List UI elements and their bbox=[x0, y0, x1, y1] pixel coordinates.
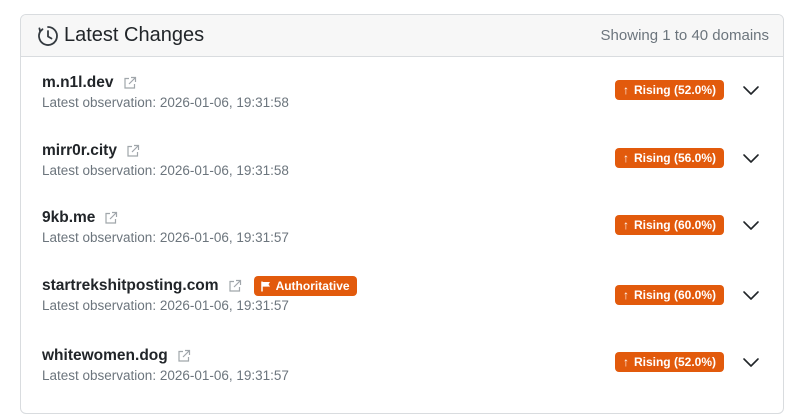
latest-changes-card: Latest Changes Showing 1 to 40 domains m… bbox=[20, 14, 784, 414]
clock-history-icon bbox=[37, 25, 59, 47]
results-count: Showing 1 to 40 domains bbox=[600, 27, 769, 44]
chevron-down-icon[interactable] bbox=[742, 353, 760, 371]
arrow-up-icon: ↑ bbox=[622, 288, 629, 302]
domain-link[interactable]: m.n1l.dev bbox=[42, 74, 114, 92]
chevron-down-icon[interactable] bbox=[742, 286, 760, 304]
domain-row: m.n1l.dev Latest observation: 2026-01-06… bbox=[42, 71, 762, 131]
flag-icon bbox=[260, 281, 271, 292]
external-link-icon[interactable] bbox=[228, 279, 242, 293]
status-badge: ↑ Rising (60.0%) bbox=[614, 285, 724, 305]
domain-link[interactable]: startrekshitposting.com bbox=[42, 277, 219, 295]
status-label: Rising (52.0%) bbox=[633, 355, 716, 369]
domain-row: mirr0r.city Latest observation: 2026-01-… bbox=[42, 139, 762, 199]
status-badge: ↑ Rising (60.0%) bbox=[614, 215, 724, 235]
status-badge: ↑ Rising (52.0%) bbox=[614, 80, 724, 100]
row-right: ↑ Rising (60.0%) bbox=[614, 285, 762, 305]
chevron-down-icon[interactable] bbox=[742, 149, 760, 167]
chevron-down-icon[interactable] bbox=[742, 81, 760, 99]
row-right: ↑ Rising (56.0%) bbox=[614, 148, 762, 168]
header-left: Latest Changes bbox=[37, 24, 204, 47]
external-link-icon[interactable] bbox=[104, 211, 118, 225]
status-badge: ↑ Rising (52.0%) bbox=[614, 352, 724, 372]
domain-link[interactable]: 9kb.me bbox=[42, 209, 95, 227]
external-link-icon[interactable] bbox=[123, 76, 137, 90]
card-title: Latest Changes bbox=[64, 24, 205, 46]
status-label: Rising (60.0%) bbox=[633, 288, 716, 302]
external-link-icon[interactable] bbox=[126, 144, 140, 158]
card-header: Latest Changes Showing 1 to 40 domains bbox=[21, 15, 783, 57]
external-link-icon[interactable] bbox=[177, 349, 191, 363]
domain-row: 9kb.me Latest observation: 2026-01-06, 1… bbox=[42, 206, 762, 266]
status-badge: ↑ Rising (56.0%) bbox=[614, 148, 724, 168]
status-label: Rising (56.0%) bbox=[633, 151, 716, 165]
domain-link[interactable]: whitewomen.dog bbox=[42, 347, 168, 365]
arrow-up-icon: ↑ bbox=[622, 151, 629, 165]
domain-row: startrekshitposting.com Authoritative La… bbox=[42, 274, 762, 334]
arrow-up-icon: ↑ bbox=[622, 218, 629, 232]
status-label: Rising (60.0%) bbox=[633, 218, 716, 232]
arrow-up-icon: ↑ bbox=[622, 83, 629, 97]
domain-link[interactable]: mirr0r.city bbox=[42, 142, 117, 160]
domain-row: whitewomen.dog Latest observation: 2026-… bbox=[42, 344, 762, 404]
row-right: ↑ Rising (60.0%) bbox=[614, 215, 762, 235]
row-right: ↑ Rising (52.0%) bbox=[614, 80, 762, 100]
status-label: Rising (52.0%) bbox=[633, 83, 716, 97]
chevron-down-icon[interactable] bbox=[742, 216, 760, 234]
authoritative-badge: Authoritative bbox=[253, 276, 357, 296]
row-right: ↑ Rising (52.0%) bbox=[614, 352, 762, 372]
arrow-up-icon: ↑ bbox=[622, 355, 629, 369]
authoritative-label: Authoritative bbox=[275, 279, 350, 293]
